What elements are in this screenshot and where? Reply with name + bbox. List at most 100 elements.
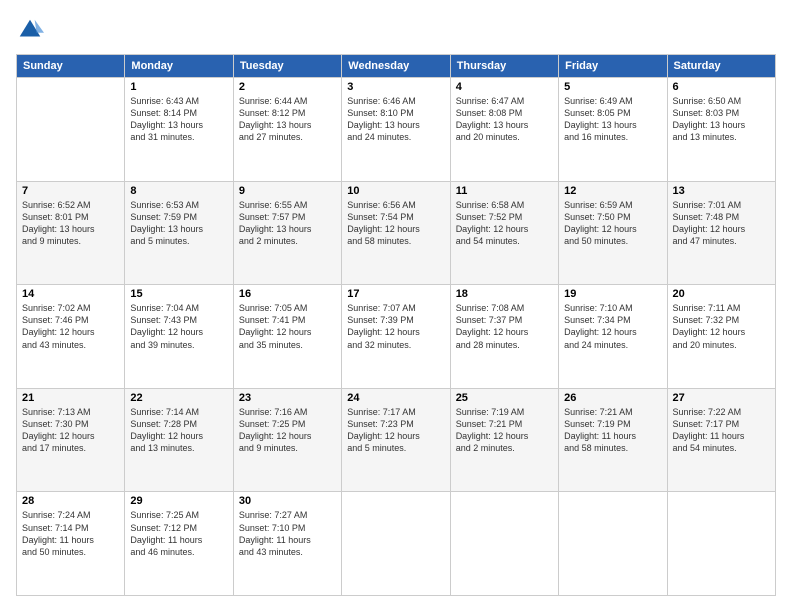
col-header-monday: Monday <box>125 55 233 78</box>
day-cell: 14 Sunrise: 7:02 AM Sunset: 7:46 PM Dayli… <box>17 285 125 389</box>
day-info: Sunrise: 6:58 AM Sunset: 7:52 PM Dayligh… <box>456 199 553 248</box>
day-cell: 3 Sunrise: 6:46 AM Sunset: 8:10 PM Daylig… <box>342 78 450 182</box>
day-cell: 1 Sunrise: 6:43 AM Sunset: 8:14 PM Daylig… <box>125 78 233 182</box>
day-info: Sunrise: 7:14 AM Sunset: 7:28 PM Dayligh… <box>130 406 227 455</box>
day-info: Sunrise: 6:53 AM Sunset: 7:59 PM Dayligh… <box>130 199 227 248</box>
day-cell: 12 Sunrise: 6:59 AM Sunset: 7:50 PM Dayli… <box>559 181 667 285</box>
day-info: Sunrise: 7:04 AM Sunset: 7:43 PM Dayligh… <box>130 302 227 351</box>
col-header-saturday: Saturday <box>667 55 775 78</box>
day-number: 24 <box>347 392 444 404</box>
day-info: Sunrise: 7:01 AM Sunset: 7:48 PM Dayligh… <box>673 199 770 248</box>
day-cell: 4 Sunrise: 6:47 AM Sunset: 8:08 PM Daylig… <box>450 78 558 182</box>
day-info: Sunrise: 6:59 AM Sunset: 7:50 PM Dayligh… <box>564 199 661 248</box>
day-cell: 18 Sunrise: 7:08 AM Sunset: 7:37 PM Dayli… <box>450 285 558 389</box>
day-info: Sunrise: 6:50 AM Sunset: 8:03 PM Dayligh… <box>673 95 770 144</box>
day-cell: 7Sunrise: 6:52 AM Sunset: 8:01 PM Daylig… <box>17 181 125 285</box>
day-cell <box>667 492 775 596</box>
day-cell: 28 Sunrise: 7:24 AM Sunset: 7:14 PM Dayli… <box>17 492 125 596</box>
day-info: Sunrise: 6:43 AM Sunset: 8:14 PM Dayligh… <box>130 95 227 144</box>
day-number: 17 <box>347 288 444 300</box>
day-cell: 22 Sunrise: 7:14 AM Sunset: 7:28 PM Dayli… <box>125 388 233 492</box>
day-info: Sunrise: 7:10 AM Sunset: 7:34 PM Dayligh… <box>564 302 661 351</box>
day-info: Sunrise: 7:21 AM Sunset: 7:19 PM Dayligh… <box>564 406 661 455</box>
day-info: Sunrise: 6:44 AM Sunset: 8:12 PM Dayligh… <box>239 95 336 144</box>
day-number: 19 <box>564 288 661 300</box>
day-cell <box>450 492 558 596</box>
day-number: 20 <box>673 288 770 300</box>
day-cell: 25Sunrise: 7:19 AM Sunset: 7:21 PM Dayli… <box>450 388 558 492</box>
day-info: Sunrise: 7:02 AM Sunset: 7:46 PM Dayligh… <box>22 302 119 351</box>
day-cell: 17 Sunrise: 7:07 AM Sunset: 7:39 PM Dayli… <box>342 285 450 389</box>
day-number: 28 <box>22 495 119 507</box>
day-cell: 16 Sunrise: 7:05 AM Sunset: 7:41 PM Dayli… <box>233 285 341 389</box>
page: SundayMondayTuesdayWednesdayThursdayFrid… <box>0 0 792 612</box>
day-number: 26 <box>564 392 661 404</box>
day-cell: 20 Sunrise: 7:11 AM Sunset: 7:32 PM Dayli… <box>667 285 775 389</box>
day-number: 14 <box>22 288 119 300</box>
day-info: Sunrise: 7:17 AM Sunset: 7:23 PM Dayligh… <box>347 406 444 455</box>
day-cell: 10Sunrise: 6:56 AM Sunset: 7:54 PM Dayli… <box>342 181 450 285</box>
day-cell: 27 Sunrise: 7:22 AM Sunset: 7:17 PM Dayli… <box>667 388 775 492</box>
day-number: 18 <box>456 288 553 300</box>
day-cell: 5 Sunrise: 6:49 AM Sunset: 8:05 PM Daylig… <box>559 78 667 182</box>
day-number: 7 <box>22 185 119 197</box>
day-info: Sunrise: 7:13 AM Sunset: 7:30 PM Dayligh… <box>22 406 119 455</box>
day-number: 1 <box>130 81 227 93</box>
day-cell <box>342 492 450 596</box>
day-cell: 8 Sunrise: 6:53 AM Sunset: 7:59 PM Daylig… <box>125 181 233 285</box>
day-number: 9 <box>239 185 336 197</box>
day-number: 8 <box>130 185 227 197</box>
day-cell: 13 Sunrise: 7:01 AM Sunset: 7:48 PM Dayli… <box>667 181 775 285</box>
calendar-table: SundayMondayTuesdayWednesdayThursdayFrid… <box>16 54 776 596</box>
day-number: 21 <box>22 392 119 404</box>
day-info: Sunrise: 7:24 AM Sunset: 7:14 PM Dayligh… <box>22 509 119 558</box>
day-info: Sunrise: 7:25 AM Sunset: 7:12 PM Dayligh… <box>130 509 227 558</box>
day-number: 16 <box>239 288 336 300</box>
day-number: 27 <box>673 392 770 404</box>
day-number: 15 <box>130 288 227 300</box>
day-info: Sunrise: 7:07 AM Sunset: 7:39 PM Dayligh… <box>347 302 444 351</box>
day-number: 6 <box>673 81 770 93</box>
day-cell: 30 Sunrise: 7:27 AM Sunset: 7:10 PM Dayli… <box>233 492 341 596</box>
col-header-thursday: Thursday <box>450 55 558 78</box>
day-cell: 29 Sunrise: 7:25 AM Sunset: 7:12 PM Dayli… <box>125 492 233 596</box>
day-cell: 26 Sunrise: 7:21 AM Sunset: 7:19 PM Dayli… <box>559 388 667 492</box>
day-info: Sunrise: 7:11 AM Sunset: 7:32 PM Dayligh… <box>673 302 770 351</box>
day-number: 29 <box>130 495 227 507</box>
col-header-wednesday: Wednesday <box>342 55 450 78</box>
day-cell: 24 Sunrise: 7:17 AM Sunset: 7:23 PM Dayli… <box>342 388 450 492</box>
week-row-2: 7Sunrise: 6:52 AM Sunset: 8:01 PM Daylig… <box>17 181 776 285</box>
day-info: Sunrise: 7:05 AM Sunset: 7:41 PM Dayligh… <box>239 302 336 351</box>
day-info: Sunrise: 6:49 AM Sunset: 8:05 PM Dayligh… <box>564 95 661 144</box>
day-info: Sunrise: 7:22 AM Sunset: 7:17 PM Dayligh… <box>673 406 770 455</box>
logo <box>16 16 46 44</box>
day-number: 3 <box>347 81 444 93</box>
day-number: 12 <box>564 185 661 197</box>
day-number: 11 <box>456 185 553 197</box>
day-info: Sunrise: 7:08 AM Sunset: 7:37 PM Dayligh… <box>456 302 553 351</box>
day-cell: 23 Sunrise: 7:16 AM Sunset: 7:25 PM Dayli… <box>233 388 341 492</box>
day-info: Sunrise: 7:27 AM Sunset: 7:10 PM Dayligh… <box>239 509 336 558</box>
week-row-3: 14 Sunrise: 7:02 AM Sunset: 7:46 PM Dayli… <box>17 285 776 389</box>
day-cell: 2 Sunrise: 6:44 AM Sunset: 8:12 PM Daylig… <box>233 78 341 182</box>
week-row-4: 21 Sunrise: 7:13 AM Sunset: 7:30 PM Dayli… <box>17 388 776 492</box>
day-number: 23 <box>239 392 336 404</box>
day-number: 30 <box>239 495 336 507</box>
day-info: Sunrise: 7:16 AM Sunset: 7:25 PM Dayligh… <box>239 406 336 455</box>
day-number: 25 <box>456 392 553 404</box>
week-row-1: 1 Sunrise: 6:43 AM Sunset: 8:14 PM Daylig… <box>17 78 776 182</box>
day-cell: 19 Sunrise: 7:10 AM Sunset: 7:34 PM Dayli… <box>559 285 667 389</box>
day-info: Sunrise: 6:56 AM Sunset: 7:54 PM Dayligh… <box>347 199 444 248</box>
day-number: 22 <box>130 392 227 404</box>
day-number: 4 <box>456 81 553 93</box>
day-number: 2 <box>239 81 336 93</box>
week-row-5: 28 Sunrise: 7:24 AM Sunset: 7:14 PM Dayli… <box>17 492 776 596</box>
logo-icon <box>16 16 44 44</box>
day-info: Sunrise: 6:46 AM Sunset: 8:10 PM Dayligh… <box>347 95 444 144</box>
calendar-header-row: SundayMondayTuesdayWednesdayThursdayFrid… <box>17 55 776 78</box>
day-number: 5 <box>564 81 661 93</box>
day-info: Sunrise: 6:55 AM Sunset: 7:57 PM Dayligh… <box>239 199 336 248</box>
day-info: Sunrise: 6:47 AM Sunset: 8:08 PM Dayligh… <box>456 95 553 144</box>
col-header-friday: Friday <box>559 55 667 78</box>
day-number: 13 <box>673 185 770 197</box>
